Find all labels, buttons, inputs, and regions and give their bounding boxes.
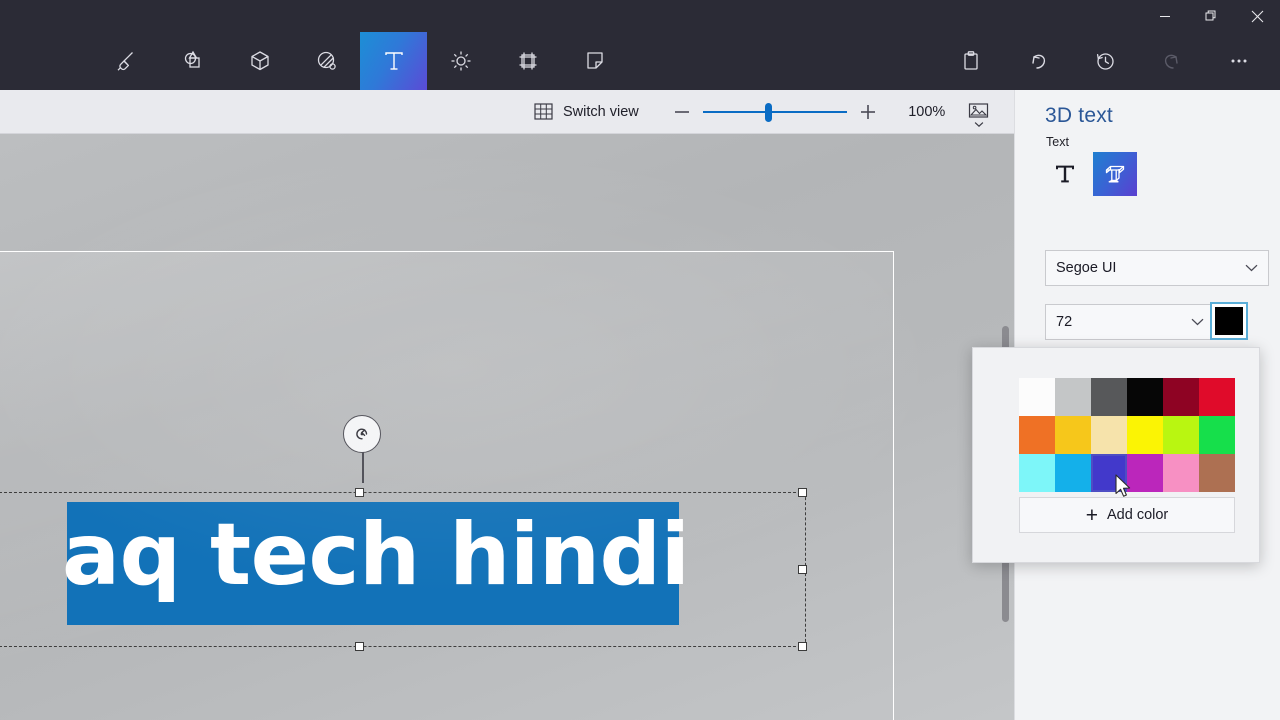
switch-view-button[interactable]: Switch view: [534, 102, 639, 121]
color-swatch-light-gray[interactable]: [1055, 378, 1091, 416]
action-history[interactable]: [1071, 32, 1138, 90]
color-swatch-white[interactable]: [1019, 378, 1055, 416]
color-swatch-gold[interactable]: [1055, 416, 1091, 454]
tool-ribbon: [0, 32, 1280, 90]
canvas-stage[interactable]: aq tech hindi: [0, 134, 1014, 720]
color-swatch-light-blue[interactable]: [1055, 454, 1091, 492]
tool-3d-shapes[interactable]: [226, 32, 293, 90]
tool-group-actions: [937, 32, 1272, 90]
text-section-label: Text: [1046, 135, 1069, 149]
shapes-2d-icon: [184, 50, 200, 68]
rotate-icon: [356, 428, 368, 440]
mouse-cursor: [1115, 474, 1131, 497]
zoom-slider-track: [702, 110, 847, 113]
canvas-frame-icon: [519, 52, 536, 70]
panel-title: 3D text: [1045, 104, 1113, 127]
zoom-slider-thumb[interactable]: [765, 102, 773, 122]
tool-text[interactable]: [360, 32, 427, 90]
current-color-button[interactable]: [1210, 302, 1248, 340]
action-undo[interactable]: [1004, 32, 1071, 90]
color-swatch-red[interactable]: [1199, 378, 1235, 416]
tool-3d-library[interactable]: [561, 32, 628, 90]
zoom-in-button[interactable]: [851, 95, 885, 129]
text-kind-2d-button[interactable]: [1043, 152, 1087, 196]
zoom-out-button[interactable]: [665, 95, 699, 129]
action-paste[interactable]: [937, 32, 1004, 90]
restore-icon: [1205, 10, 1216, 21]
undo-arrow-icon: [1031, 54, 1045, 69]
sticker-ball-icon: [317, 51, 336, 70]
view-bar: Switch view 100%: [0, 90, 1014, 134]
sun-icon: [451, 51, 470, 71]
tool-effects[interactable]: [427, 32, 494, 90]
color-swatch-pale-peach[interactable]: [1091, 416, 1127, 454]
font-size-value: 72: [1056, 314, 1073, 330]
handle-bottom-center[interactable]: [355, 642, 364, 651]
current-color-swatch: [1215, 307, 1243, 335]
handle-bottom-right[interactable]: [798, 642, 807, 651]
action-redo[interactable]: [1138, 32, 1205, 90]
fit-to-screen-button[interactable]: [959, 95, 999, 129]
add-color-label: Add color: [1107, 507, 1169, 523]
add-color-button[interactable]: + Add color: [1019, 497, 1235, 533]
handle-middle-right[interactable]: [798, 565, 807, 574]
canvas-text-object[interactable]: aq tech hindi: [62, 494, 690, 617]
history-clock-icon: [1096, 53, 1114, 70]
font-size-select[interactable]: 72: [1045, 304, 1215, 340]
font-family-select[interactable]: Segoe UI: [1045, 250, 1269, 286]
close-button[interactable]: [1234, 0, 1280, 32]
color-swatch-black[interactable]: [1127, 378, 1163, 416]
zoom-controls: 100%: [665, 95, 999, 129]
switch-view-label: Switch view: [563, 103, 639, 120]
tool-stickers-ball[interactable]: [293, 32, 360, 90]
rotation-stem: [362, 452, 364, 483]
plus-icon: +: [1085, 503, 1098, 527]
redo-arrow-icon: [1164, 54, 1178, 69]
clipboard-icon: [963, 51, 978, 70]
canvas-sheet[interactable]: aq tech hindi: [0, 251, 894, 720]
tool-canvas[interactable]: [494, 32, 561, 90]
chevron-down-icon: [1245, 264, 1258, 272]
tool-group-primary: [92, 32, 628, 90]
rotate-handle[interactable]: [343, 415, 381, 453]
handle-top-right[interactable]: [798, 488, 807, 497]
brush-icon: [117, 52, 133, 71]
text-t-icon: [384, 52, 403, 70]
minus-icon: [674, 110, 689, 113]
chevron-down-icon: [1191, 318, 1204, 326]
tool-2d-shapes[interactable]: [159, 32, 226, 90]
minimize-icon: [1160, 16, 1170, 17]
text-2d-icon: [1056, 165, 1074, 183]
grid-view-icon: [534, 103, 553, 120]
color-swatch-dark-gray[interactable]: [1091, 378, 1127, 416]
color-swatch-yellow[interactable]: [1127, 416, 1163, 454]
cube-icon: [250, 51, 269, 71]
ellipsis-icon: [1231, 59, 1246, 63]
color-swatch-cyan[interactable]: [1019, 454, 1055, 492]
color-swatch-yellow-green[interactable]: [1163, 416, 1199, 454]
text-kind-3d-button[interactable]: [1093, 152, 1137, 196]
text-kind-group: [1043, 152, 1137, 196]
color-swatch-orange[interactable]: [1019, 416, 1055, 454]
color-swatch-green[interactable]: [1199, 416, 1235, 454]
restore-button[interactable]: [1188, 0, 1234, 32]
color-picker-flyout: + Add color: [972, 347, 1260, 563]
plus-icon: [860, 104, 875, 119]
fit-image-icon: [969, 103, 989, 118]
page-corner-icon: [586, 52, 603, 69]
color-swatch-dark-red[interactable]: [1163, 378, 1199, 416]
tool-art-tools[interactable]: [92, 32, 159, 90]
zoom-percent-label: 100%: [908, 103, 946, 120]
text-3d-icon: [1105, 165, 1125, 183]
zoom-slider[interactable]: [702, 95, 847, 129]
font-family-value: Segoe UI: [1056, 260, 1117, 276]
paint3d-window: Switch view 100% aq tech hindi 3D text T…: [0, 0, 1280, 720]
chevron-down-icon: [974, 121, 984, 127]
close-icon: [1251, 10, 1263, 22]
title-bar: [0, 0, 1280, 32]
color-swatch-brown[interactable]: [1199, 454, 1235, 492]
action-more[interactable]: [1205, 32, 1272, 90]
minimize-button[interactable]: [1142, 0, 1188, 32]
color-swatch-pink[interactable]: [1163, 454, 1199, 492]
